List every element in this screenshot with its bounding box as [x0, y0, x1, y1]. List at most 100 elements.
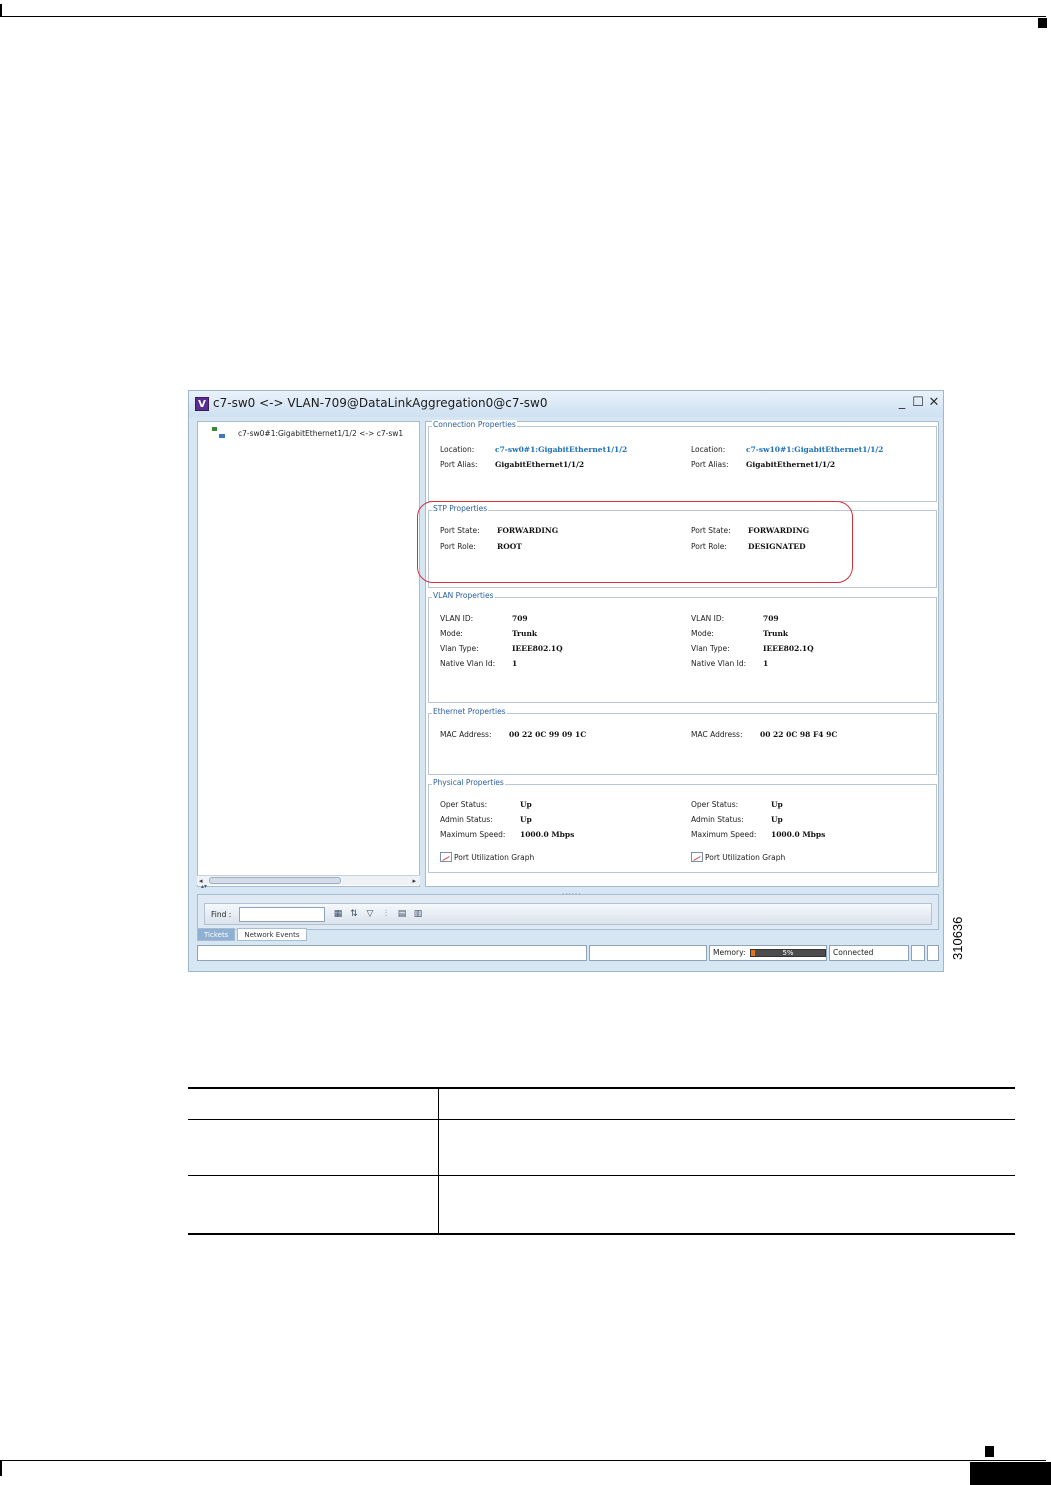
page-number-tab — [970, 1462, 1051, 1485]
port-utilization-graph-link-right[interactable]: Port Utilization Graph — [691, 852, 785, 862]
prop-label: Native Vlan Id: — [691, 659, 747, 668]
prop-label: VLAN ID: — [691, 614, 725, 623]
tree-item-label: c7-sw0#1:GigabitEthernet1/1/2 <-> c7-sw1 — [238, 428, 404, 438]
group-title: VLAN Properties — [432, 591, 495, 600]
maximize-button[interactable]: ☐ — [911, 394, 925, 412]
prop-value: GigabitEthernet1/1/2 — [495, 460, 585, 469]
bottom-tab-strip: Tickets Network Events — [197, 928, 309, 941]
tree-item-link[interactable]: c7-sw0#1:GigabitEthernet1/1/2 <-> c7-sw1 — [212, 426, 403, 440]
prop-label: MAC Address: — [440, 730, 492, 739]
prop-label: Port Alias: — [691, 460, 729, 469]
prop-value: 1000.0 Mbps — [520, 830, 575, 839]
memory-label: Memory: — [713, 948, 746, 957]
connection-properties-group: Connection Properties Location: c7-sw0#1… — [428, 420, 937, 502]
filter-icon[interactable]: ▽ — [365, 909, 375, 920]
memory-percent: 5% — [782, 949, 794, 957]
prop-label: VLAN ID: — [440, 614, 474, 623]
header-rule — [0, 16, 1046, 17]
prop-label: Port Alias: — [440, 460, 478, 469]
tab-tickets[interactable]: Tickets — [197, 928, 236, 941]
group-title: Physical Properties — [432, 778, 505, 787]
find-label: Find : — [211, 910, 232, 919]
prop-label: Oper Status: — [440, 800, 488, 809]
table-header-rule — [188, 1119, 1015, 1120]
tree-horizontal-scrollbar[interactable]: ◂ ▸ — [197, 875, 420, 885]
table-top-rule — [188, 1087, 1015, 1089]
prop-label: Admin Status: — [691, 815, 744, 824]
group-title: Ethernet Properties — [432, 707, 507, 716]
prop-label: Oper Status: — [691, 800, 739, 809]
prop-label: Vlan Type: — [440, 644, 479, 653]
stp-highlight-callout — [417, 501, 853, 583]
memory-progress-bar: 5% — [750, 949, 826, 957]
table-icon[interactable]: ▦ — [333, 909, 343, 920]
window-title: c7-sw0 <-> VLAN-709@DataLinkAggregation0… — [213, 396, 548, 410]
table-bottom-rule — [188, 1233, 1015, 1235]
collapse-splitter-icon[interactable]: ▴▾ — [201, 883, 207, 890]
prop-label: Native Vlan Id: — [440, 659, 496, 668]
prop-label: Maximum Speed: — [691, 830, 757, 839]
status-indicator-1 — [911, 945, 925, 961]
graph-link-label: Port Utilization Graph — [705, 852, 786, 862]
figure-id: 310636 — [950, 916, 965, 960]
prop-value: 1 — [512, 659, 518, 668]
prop-value: IEEE802.1Q — [512, 644, 563, 653]
document-table — [188, 1087, 1015, 1235]
link-icon — [212, 427, 226, 439]
prop-value: Up — [520, 815, 532, 824]
prop-value: Up — [520, 800, 532, 809]
group-title: Connection Properties — [432, 420, 517, 429]
port-utilization-graph-link-left[interactable]: Port Utilization Graph — [440, 852, 534, 862]
ethernet-properties-group: Ethernet Properties MAC Address: 00 22 0… — [428, 707, 937, 775]
prop-label: Mode: — [440, 629, 463, 638]
prop-value: Trunk — [512, 629, 538, 638]
prop-label: Location: — [440, 445, 475, 454]
chart-icon — [691, 852, 703, 862]
minimize-button[interactable]: _ — [895, 394, 909, 412]
header-marker — [1038, 18, 1047, 28]
table-row-rule — [188, 1175, 1015, 1176]
close-button[interactable]: ✕ — [927, 394, 941, 412]
print-icon[interactable]: ▥ — [413, 909, 423, 920]
prop-value: 709 — [512, 614, 528, 623]
find-panel: Find : ▦ ⇅ ▽ ⫶ ▤ ▥ — [197, 894, 939, 930]
find-toolbar: Find : ▦ ⇅ ▽ ⫶ ▤ ▥ — [204, 903, 932, 925]
prop-label: Location: — [691, 445, 726, 454]
find-input[interactable] — [239, 907, 325, 922]
chart-icon — [440, 852, 452, 862]
sort-icon[interactable]: ⇅ — [349, 909, 359, 920]
app-icon: V — [195, 397, 209, 411]
footer-marker — [985, 1446, 994, 1457]
columns-icon[interactable]: ⫶ — [381, 909, 391, 920]
location-link-left[interactable]: c7-sw0#1:GigabitEthernet1/1/2 — [495, 445, 627, 454]
prop-value: GigabitEthernet1/1/2 — [746, 460, 836, 469]
prop-value: 1000.0 Mbps — [771, 830, 826, 839]
link-properties-pane: Connection Properties Location: c7-sw0#1… — [425, 420, 939, 887]
memory-indicator: Memory: 5% — [709, 945, 827, 961]
scrollbar-thumb[interactable] — [209, 877, 341, 884]
prop-label: Mode: — [691, 629, 714, 638]
status-indicator-2 — [927, 945, 939, 961]
prop-label: Maximum Speed: — [440, 830, 506, 839]
prop-value: 1 — [763, 659, 769, 668]
footer-rule-tick — [0, 1460, 2, 1476]
prop-value: Up — [771, 800, 783, 809]
prop-value: Up — [771, 815, 783, 824]
prop-value: IEEE802.1Q — [763, 644, 814, 653]
physical-properties-group: Physical Properties Oper Status: Up Admi… — [428, 778, 937, 873]
link-tree-pane: c7-sw0#1:GigabitEthernet1/1/2 <-> c7-sw1 — [197, 421, 420, 887]
window-titlebar: V c7-sw0 <-> VLAN-709@DataLinkAggregatio… — [189, 391, 943, 417]
prop-value: 709 — [763, 614, 779, 623]
connection-status: Connected — [829, 945, 909, 961]
tab-network-events[interactable]: Network Events — [237, 928, 307, 941]
prop-value: 00 22 0C 98 F4 9C — [760, 730, 838, 739]
prop-label: Admin Status: — [440, 815, 493, 824]
prop-value: 00 22 0C 99 09 1C — [509, 730, 587, 739]
location-link-right[interactable]: c7-sw10#1:GigabitEthernet1/1/2 — [746, 445, 883, 454]
prop-label: MAC Address: — [691, 730, 743, 739]
prop-value: Trunk — [763, 629, 789, 638]
vlan-properties-group: VLAN Properties VLAN ID: 709 Mode: Trunk… — [428, 591, 937, 703]
export-icon[interactable]: ▤ — [397, 909, 407, 920]
status-message-cell — [197, 945, 587, 961]
scroll-right-icon[interactable]: ▸ — [412, 876, 416, 886]
